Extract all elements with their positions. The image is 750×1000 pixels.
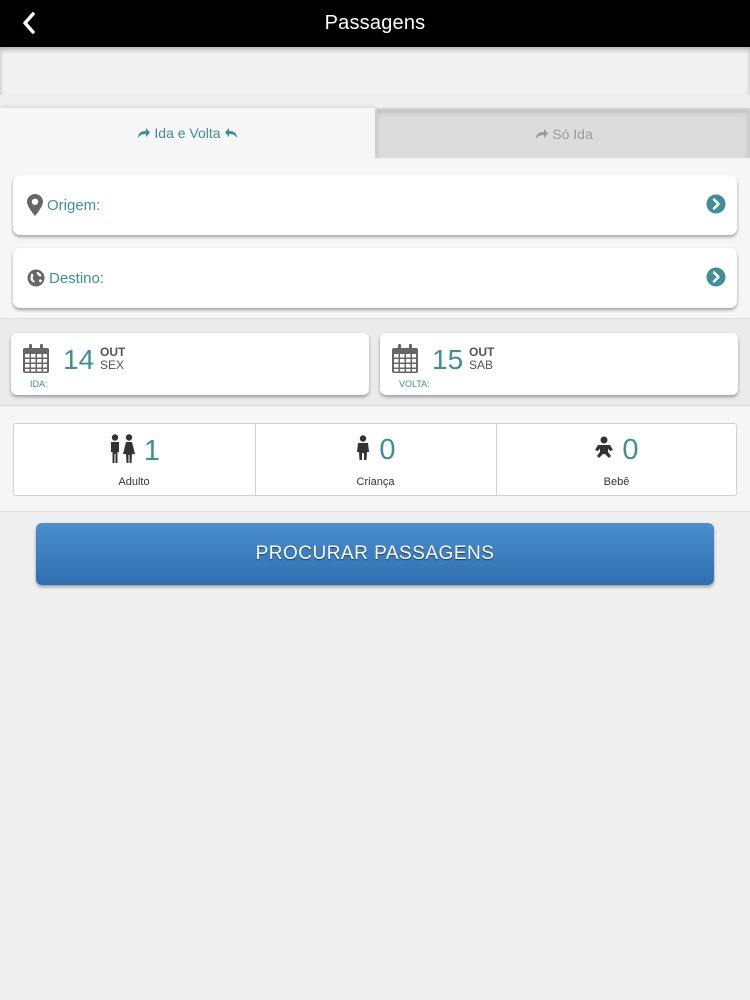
tab-one-way-label: Só Ida — [552, 126, 593, 142]
map-marker-icon — [27, 194, 43, 216]
return-weekday: SAB — [469, 358, 494, 372]
adult-couple-icon — [108, 434, 136, 469]
top-bar: Passagens — [0, 0, 750, 47]
tab-one-way[interactable]: Só Ida — [375, 108, 750, 158]
departure-month: OUT — [100, 345, 126, 359]
destination-field[interactable]: Destino: — [13, 248, 737, 308]
origin-field[interactable]: Origem: — [13, 175, 737, 235]
departure-day: 14 — [63, 344, 95, 375]
child-icon — [355, 435, 371, 466]
child-count: 0 — [379, 434, 396, 466]
departure-weekday: SEX — [100, 358, 125, 372]
return-tag: VOLTA: — [399, 379, 430, 389]
chevron-circle-right-icon[interactable] — [706, 267, 726, 292]
return-date-picker[interactable]: 15 OUT SAB VOLTA: — [380, 333, 738, 395]
origin-label: Origem: — [47, 196, 101, 214]
departure-tag: IDA: — [30, 379, 48, 389]
calendar-icon — [22, 344, 50, 379]
baby-icon — [594, 436, 614, 465]
adult-count-selector[interactable]: 1 Adulto — [14, 424, 254, 495]
tab-round-trip[interactable]: Ida e Volta — [0, 108, 375, 158]
child-count-selector[interactable]: 0 Criança — [255, 424, 495, 495]
return-day: 15 — [432, 344, 464, 375]
destination-label: Destino: — [49, 269, 105, 287]
share-forward-icon — [536, 129, 549, 139]
baby-count-selector[interactable]: 0 Bebê — [496, 424, 736, 495]
globe-icon — [27, 269, 45, 287]
trip-type-tabs: Ida e Volta Só Ida — [0, 108, 750, 158]
share-forward-icon — [138, 128, 151, 138]
return-month: OUT — [469, 345, 495, 359]
baby-count: 0 — [622, 434, 639, 466]
departure-date-picker[interactable]: 14 OUT SEX IDA: — [11, 333, 369, 395]
search-flights-button[interactable]: PROCURAR PASSAGENS — [36, 523, 714, 585]
sub-header-bar — [0, 47, 750, 95]
tab-round-trip-label: Ida e Volta — [154, 125, 221, 141]
reply-icon — [224, 128, 237, 138]
baby-label: Bebê — [603, 476, 630, 488]
adult-label: Adulto — [118, 476, 150, 488]
child-label: Criança — [356, 476, 395, 488]
adult-count: 1 — [143, 435, 161, 467]
calendar-icon — [391, 344, 419, 379]
page-title: Passagens — [324, 12, 426, 34]
passenger-selector: 1 Adulto 0 Criança 0 Bebê — [13, 423, 737, 496]
chevron-circle-right-icon[interactable] — [706, 194, 726, 219]
